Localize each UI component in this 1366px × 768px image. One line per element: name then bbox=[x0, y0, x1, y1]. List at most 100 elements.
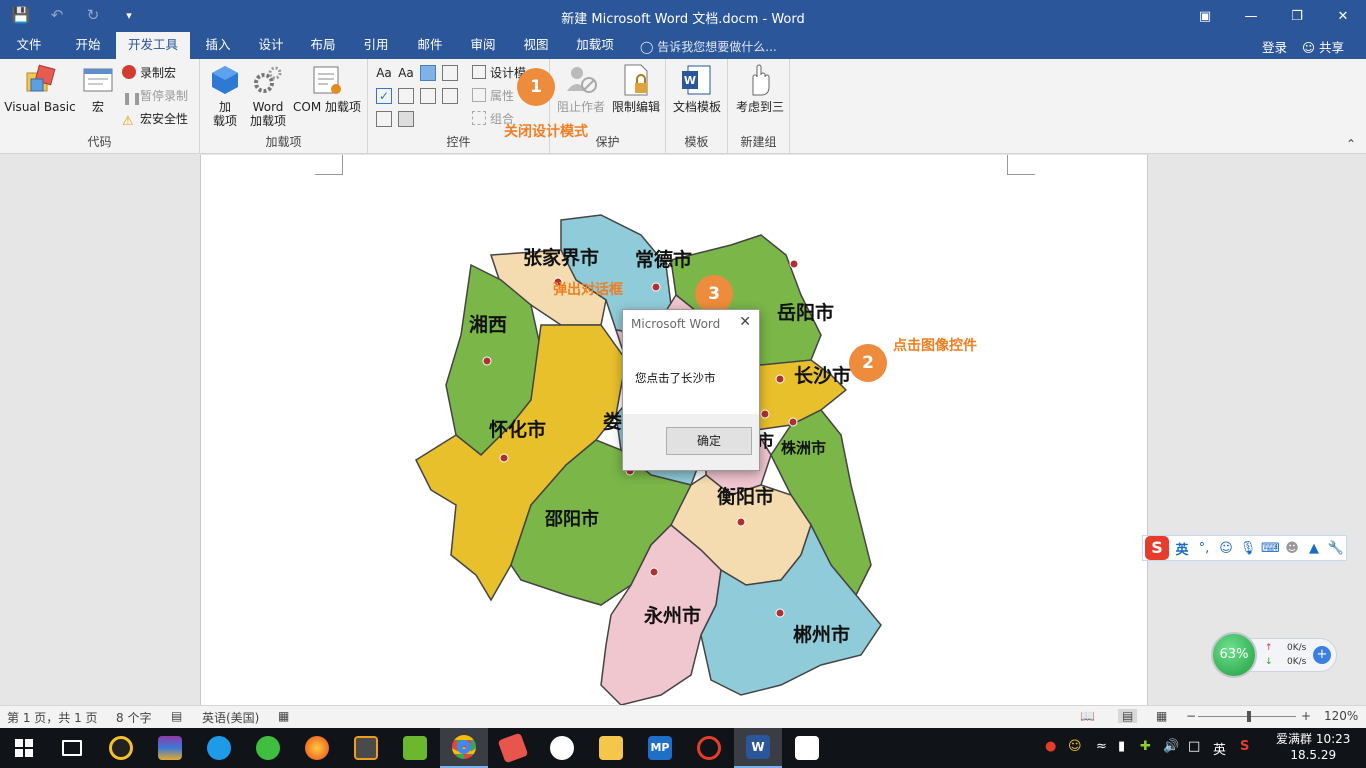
volume-icon[interactable]: 🔊 bbox=[1163, 739, 1179, 754]
dialog-close-icon[interactable]: ✕ bbox=[739, 314, 751, 330]
folder-icon bbox=[599, 736, 623, 760]
properties-button[interactable]: 属性 bbox=[472, 86, 514, 106]
tab-10[interactable]: 加载项 bbox=[566, 32, 624, 59]
map-label-zhangjiajie: 张家界市 bbox=[523, 247, 600, 269]
taskbar-app-red[interactable] bbox=[489, 728, 537, 768]
emoji-icon[interactable]: ☺ bbox=[1217, 541, 1235, 556]
tab-7[interactable]: 邮件 bbox=[404, 32, 456, 59]
tab-4[interactable]: 设计 bbox=[246, 32, 296, 59]
taskbar-file-explorer[interactable] bbox=[587, 728, 635, 768]
widget-plus-icon[interactable]: + bbox=[1313, 646, 1331, 664]
start-button[interactable] bbox=[0, 728, 48, 768]
tray-ime-char[interactable]: 英 bbox=[1213, 739, 1226, 758]
macros-button[interactable]: 宏 bbox=[80, 63, 116, 114]
document-template-button[interactable]: W 文档模板 bbox=[670, 63, 724, 114]
addins-button[interactable]: 加 载项 bbox=[208, 63, 242, 128]
minimize-button[interactable]: — bbox=[1228, 0, 1274, 32]
tab-5[interactable]: 布局 bbox=[298, 32, 348, 59]
taskbar-app-s[interactable] bbox=[391, 728, 439, 768]
read-mode-icon[interactable]: 📖 bbox=[1080, 709, 1095, 723]
taskbar-app-g[interactable] bbox=[685, 728, 733, 768]
map-label-shaoyang: 邵阳市 bbox=[545, 509, 599, 530]
battery-icon[interactable]: ▮ bbox=[1118, 739, 1125, 754]
tab-9[interactable]: 视图 bbox=[510, 32, 562, 59]
tab-3[interactable]: 插入 bbox=[192, 32, 244, 59]
plain-text-control-icon[interactable]: Aa bbox=[398, 65, 414, 81]
restrict-editing-button[interactable]: 限制编辑 bbox=[610, 63, 662, 114]
taskbar-firefox[interactable] bbox=[293, 728, 341, 768]
share-button[interactable]: ☺ 共享 bbox=[1302, 37, 1344, 56]
tools-icon[interactable]: 🔧 bbox=[1327, 541, 1345, 556]
zoom-out-button[interactable]: − bbox=[1186, 709, 1196, 723]
taskbar-ie[interactable] bbox=[195, 728, 243, 768]
zoom-in-button[interactable]: + bbox=[1301, 709, 1311, 723]
rich-text-control-icon[interactable]: Aa bbox=[376, 65, 392, 81]
close-button[interactable]: ✕ bbox=[1320, 0, 1366, 32]
taskbar-sublime[interactable] bbox=[342, 728, 390, 768]
taskbar-chrome[interactable] bbox=[440, 728, 488, 768]
legacy-tools-icon[interactable] bbox=[398, 111, 414, 127]
tab-1[interactable]: 开始 bbox=[62, 32, 114, 59]
ribbon-display-options-icon[interactable]: ▣ bbox=[1182, 0, 1228, 32]
com-addins-button[interactable]: COM 加载项 bbox=[290, 63, 364, 114]
macro-security-button[interactable]: ⚠ 宏安全性 bbox=[122, 109, 188, 129]
checkbox-control-icon[interactable]: ✓ bbox=[376, 88, 392, 104]
microphone-icon[interactable]: 🎙 bbox=[1239, 541, 1257, 556]
keyboard-icon[interactable]: ⌨ bbox=[1261, 541, 1280, 556]
taskbar-mp[interactable]: MP bbox=[636, 728, 684, 768]
tab-0[interactable]: 文件 bbox=[4, 32, 54, 59]
language-indicator[interactable]: 英语(美国) bbox=[202, 709, 259, 726]
tab-8[interactable]: 审阅 bbox=[458, 32, 508, 59]
macro-recording-icon[interactable]: ▦ bbox=[278, 709, 289, 723]
punctuation-icon[interactable]: °, bbox=[1195, 541, 1213, 556]
taskbar-word[interactable]: W bbox=[734, 728, 782, 768]
building-block-control-icon[interactable] bbox=[442, 65, 458, 81]
sogou-logo-icon[interactable]: S bbox=[1145, 536, 1169, 560]
ime-mode[interactable]: 英 bbox=[1173, 539, 1191, 558]
repeating-section-control-icon[interactable] bbox=[376, 111, 392, 127]
sogou-tray-icon[interactable]: S bbox=[1240, 739, 1249, 754]
clock-user: 爱满群 bbox=[1276, 732, 1313, 746]
proofing-icon[interactable]: ▤ bbox=[171, 709, 182, 723]
user-icon[interactable]: ☻ bbox=[1283, 541, 1301, 556]
taskbar-qq[interactable] bbox=[97, 728, 145, 768]
tray-plus-icon[interactable]: ✚ bbox=[1140, 739, 1151, 754]
pause-recording-button[interactable]: ❚❚暂停录制 bbox=[122, 86, 188, 106]
block-authors-button[interactable]: 阻止作者 bbox=[556, 63, 606, 114]
zoom-slider-thumb[interactable] bbox=[1247, 711, 1251, 722]
word-addins-button[interactable]: Word 加载项 bbox=[248, 63, 288, 128]
word-count[interactable]: 8 个字 bbox=[116, 709, 151, 726]
notification-icon[interactable]: □ bbox=[1188, 739, 1200, 754]
picture-control-icon[interactable] bbox=[420, 65, 436, 81]
print-layout-icon[interactable]: ▤ bbox=[1118, 709, 1138, 723]
login-link[interactable]: 登录 bbox=[1262, 37, 1287, 56]
tab-6[interactable]: 引用 bbox=[350, 32, 402, 59]
web-layout-icon[interactable]: ▦ bbox=[1156, 709, 1167, 723]
ok-button[interactable]: 确定 bbox=[666, 427, 752, 455]
taskbar-wechat[interactable] bbox=[538, 728, 586, 768]
message-dialog: Microsoft Word ✕ 您点击了长沙市 确定 bbox=[622, 309, 760, 471]
group-new: 考虑到三 新建组 bbox=[728, 59, 790, 154]
tell-me-search[interactable]: ◯ 告诉我您想要做什么... bbox=[640, 38, 777, 55]
maximize-button[interactable]: ❐ bbox=[1274, 0, 1320, 32]
tray-emoji-icon[interactable]: ☺ bbox=[1068, 739, 1082, 754]
zoom-level[interactable]: 120% bbox=[1324, 709, 1358, 723]
date-picker-control-icon[interactable] bbox=[442, 88, 458, 104]
network-speed-widget[interactable]: 63% ↑ 0K/s ↓ 0K/s + bbox=[1211, 632, 1337, 678]
combobox-control-icon[interactable] bbox=[398, 88, 414, 104]
consider-button[interactable]: 考虑到三 bbox=[732, 63, 788, 114]
wifi-icon[interactable]: ≈ bbox=[1096, 739, 1107, 754]
visual-basic-button[interactable]: Visual Basic bbox=[4, 63, 76, 114]
taskbar-360-browser[interactable] bbox=[244, 728, 292, 768]
taskbar-photos[interactable] bbox=[783, 728, 831, 768]
record-macro-button[interactable]: 录制宏 bbox=[122, 63, 176, 83]
page-count[interactable]: 第 1 页，共 1 页 bbox=[7, 709, 98, 726]
clock[interactable]: 爱满群 10:23 18.5.29 bbox=[1276, 731, 1350, 763]
tray-app-icon[interactable]: ● bbox=[1045, 739, 1056, 754]
dropdown-control-icon[interactable] bbox=[420, 88, 436, 104]
tab-2[interactable]: 开发工具 bbox=[116, 32, 190, 59]
collapse-ribbon-icon[interactable]: ⌃ bbox=[1346, 137, 1356, 151]
taskbar-winrar[interactable] bbox=[146, 728, 194, 768]
task-view-button[interactable] bbox=[48, 728, 96, 768]
skin-icon[interactable]: ▲ bbox=[1305, 541, 1323, 556]
